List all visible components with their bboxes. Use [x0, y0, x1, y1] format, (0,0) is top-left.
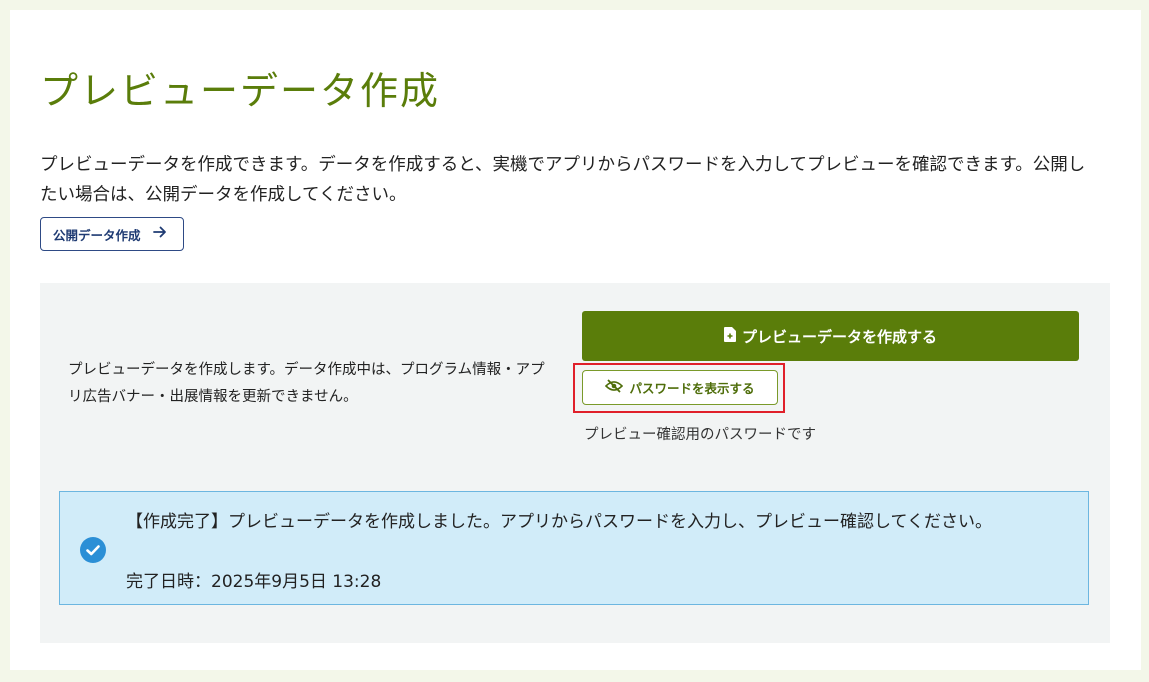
check-circle-icon — [80, 537, 106, 567]
preview-panel-description: プレビューデータを作成します。データ作成中は、プログラム情報・アプリ広告バナー・… — [68, 362, 545, 405]
success-alert-message: 【作成完了】プレビューデータを作成しました。アプリからパスワードを入力し、プレビ… — [126, 512, 992, 532]
eye-slash-icon — [605, 379, 624, 396]
page-title: プレビューデータ作成 — [40, 69, 441, 113]
page-description: プレビューデータを作成できます。データを作成すると、実機でアプリからパスワードを… — [40, 155, 1086, 205]
arrow-right-icon — [152, 226, 167, 242]
create-preview-data-button-label: プレビューデータを作成する — [741, 327, 937, 346]
create-public-data-button[interactable]: 公開データ作成 — [40, 217, 184, 251]
preview-panel: プレビューデータを作成します。データ作成中は、プログラム情報・アプリ広告バナー・… — [40, 283, 1110, 643]
password-note: プレビュー確認用のパスワードです — [584, 427, 816, 443]
show-password-button[interactable]: パスワードを表示する — [582, 370, 778, 405]
create-public-data-button-label: 公開データ作成 — [53, 227, 141, 243]
success-alert-timestamp: 完了日時：2025年9月5日 13:28 — [126, 572, 382, 592]
file-plus-icon — [723, 326, 736, 346]
success-alert: 【作成完了】プレビューデータを作成しました。アプリからパスワードを入力し、プレビ… — [59, 491, 1089, 605]
create-preview-data-button[interactable]: プレビューデータを作成する — [582, 311, 1079, 361]
main-card: プレビューデータ作成 プレビューデータを作成できます。データを作成すると、実機で… — [10, 10, 1141, 670]
show-password-button-label: パスワードを表示する — [629, 381, 755, 396]
